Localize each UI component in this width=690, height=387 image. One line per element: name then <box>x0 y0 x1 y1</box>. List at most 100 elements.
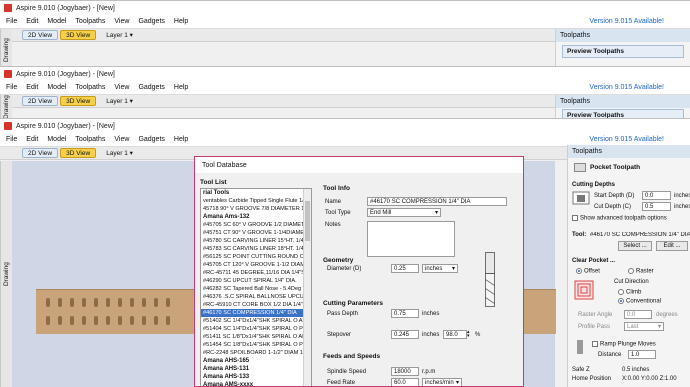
tool-list-item[interactable]: #51454 SC 1/8"Dx1/4"SHK SPIRAL O PLA <box>201 341 304 349</box>
advanced-options-checkbox[interactable]: Show advanced toolpath options <box>572 215 667 222</box>
menu-model[interactable]: Model <box>47 18 66 25</box>
menu-view[interactable]: View <box>114 136 129 143</box>
tool-list-item[interactable]: #51402 SC 1/4"Dx1/4"SHK SPIRAL O ALI <box>201 317 304 325</box>
tool-list-item[interactable]: #46282 SC Tapered Ball Nose - 5.4Deg T <box>201 285 304 293</box>
distance-input[interactable]: 1.0 <box>628 350 656 359</box>
menu-help[interactable]: Help <box>174 18 188 25</box>
tab-3d-view[interactable]: 3D View <box>60 96 97 106</box>
tool-group[interactable]: Amana AHS-165 <box>201 357 304 365</box>
stepover-percent-stepper[interactable]: ▴ ▾ <box>467 330 470 339</box>
tool-name-input[interactable]: #46170 SC COMPRESSION 1/4" DIA <box>367 197 507 206</box>
pass-depth-input[interactable]: 0.75 <box>391 309 419 318</box>
menu-view[interactable]: View <box>114 84 129 91</box>
tool-list-item[interactable]: #51411 SC 1/8"Dx1/4"SHK SPIRAL O ALI <box>201 333 304 341</box>
menu-gadgets[interactable]: Gadgets <box>138 18 164 25</box>
version-link[interactable]: Version 9.015 Available! <box>589 18 664 25</box>
tool-list[interactable]: rial Tools ventables Carbide Tipped Singl… <box>200 188 312 386</box>
tab-3d-view[interactable]: 3D View <box>60 30 97 40</box>
menu-file[interactable]: File <box>6 18 17 25</box>
menu-model[interactable]: Model <box>47 84 66 91</box>
feed-rate-input[interactable]: 60.0 <box>391 378 419 386</box>
tool-list-item[interactable]: #RC-45711 45 DEGREE,11/16 DIA 1/4"SH <box>201 269 304 277</box>
tool-group[interactable]: Amana Ams-132 <box>201 213 304 221</box>
tool-list-item[interactable]: #RC-2248 SPOILBOARD 1-1/2" DIAM 1/4 <box>201 349 304 357</box>
stepover-input[interactable]: 0.245 <box>391 330 419 339</box>
menu-help[interactable]: Help <box>174 136 188 143</box>
layer-selector[interactable]: Layer 1 ▾ <box>106 31 133 40</box>
cutout-slot <box>106 298 110 307</box>
tool-list-scrollbar[interactable] <box>303 189 311 386</box>
window-title: Aspire 9.010 (Jogybaer) - [New] <box>16 4 115 12</box>
menu-file[interactable]: File <box>6 136 17 143</box>
menu-edit[interactable]: Edit <box>26 18 38 25</box>
tool-group[interactable]: rial Tools <box>201 189 304 197</box>
raster-radio[interactable]: Raster <box>628 268 654 275</box>
tool-list-item[interactable]: #45705 SC 60° V GROOVE 1/2 DIAMETER <box>201 221 304 229</box>
tab-2d-view[interactable]: 2D View <box>22 148 59 158</box>
tool-list-item[interactable]: #RC-45910 CT CORE BOX 1/2 DIA 1/4"SH <box>201 301 304 309</box>
menu-help[interactable]: Help <box>174 84 188 91</box>
menu-gadgets[interactable]: Gadgets <box>138 136 164 143</box>
menu-view[interactable]: View <box>114 18 129 25</box>
menu-toolpaths[interactable]: Toolpaths <box>75 136 105 143</box>
tool-group[interactable]: Amana AHS-131 <box>201 365 304 373</box>
ramp-plunge-checkbox[interactable]: Ramp Plunge Moves <box>592 341 656 348</box>
menu-edit[interactable]: Edit <box>26 84 38 91</box>
edit-tool-button[interactable]: Edit ... <box>656 241 688 251</box>
spindle-speed-input[interactable]: 18000 <box>391 367 419 376</box>
tool-list-item[interactable]: #45751 CT 90° V GROOVE 1-1/4DIAMET <box>201 229 304 237</box>
cut-depth-input[interactable]: 0.5 <box>642 202 671 211</box>
offset-radio[interactable]: Offset <box>576 268 600 275</box>
tool-group[interactable]: Amana AHS-133 <box>201 373 304 381</box>
tool-list-item[interactable]: #45780 SC CARVING LINER 15°HT. 1/4"S <box>201 237 304 245</box>
scrollbar-thumb[interactable] <box>305 201 310 241</box>
tool-list-item[interactable]: ventables Carbide Tipped Single Flute 1/… <box>201 197 304 205</box>
tab-2d-view[interactable]: 2D View <box>22 30 59 40</box>
menu-model[interactable]: Model <box>47 136 66 143</box>
raster-angle-input[interactable]: 0.0 <box>624 310 652 319</box>
radio[interactable] <box>628 268 634 274</box>
layer-selector[interactable]: Layer 1 ▾ <box>106 149 133 158</box>
diameter-input[interactable]: 0.25 <box>391 264 419 273</box>
profile-pass-select[interactable]: Last <box>624 322 664 331</box>
drawing-side-tab[interactable]: Drawing <box>0 29 12 70</box>
tool-list-item[interactable]: #45783 SC CARVING LINER 18°HT. 1/4"S <box>201 245 304 253</box>
tool-list-item[interactable]: #56125 SC POINT CUTTING ROUND OVE <box>201 253 304 261</box>
drawing-side-tab[interactable]: Drawing <box>0 161 12 387</box>
radio[interactable] <box>576 268 582 274</box>
tab-3d-view[interactable]: 3D View <box>60 148 97 158</box>
menu-toolpaths[interactable]: Toolpaths <box>75 84 105 91</box>
menu-edit[interactable]: Edit <box>26 136 38 143</box>
preview-toolpaths-button[interactable]: Preview Toolpaths <box>562 109 684 118</box>
menu-toolpaths[interactable]: Toolpaths <box>75 18 105 25</box>
notes-textarea[interactable] <box>367 221 455 257</box>
version-link[interactable]: Version 9.015 Available! <box>589 84 664 91</box>
tool-group[interactable]: Amana AMS-xxxx <box>201 381 304 386</box>
conventional-radio[interactable]: Conventional <box>618 298 661 305</box>
tool-list-item[interactable]: #45705 CT 120° V GROOVE 1-1/2 DIAMET <box>201 261 304 269</box>
feeds-speeds-header: Feeds and Speeds <box>323 353 381 360</box>
radio[interactable] <box>618 289 624 295</box>
select-tool-button[interactable]: Select ... <box>618 241 652 251</box>
tool-list-item[interactable]: #46290 SC UPCUT SPIRAL 1/4" DIA. <box>201 277 304 285</box>
tool-list-item[interactable]: #46376 .S.C SPIRAL BALLNOSE UPCUT 1/ <box>201 293 304 301</box>
stepover-percent-input[interactable]: 98.0 <box>443 330 467 339</box>
tool-list-item[interactable]: #46170 SC COMPRESSION 1/4" DIA <box>201 309 304 317</box>
menu-gadgets[interactable]: Gadgets <box>138 84 164 91</box>
start-depth-input[interactable]: 0.0 <box>642 191 671 200</box>
tool-list-item[interactable]: #51404 SC 1/4"Dx1/4"SHK SPIRAL O PLA <box>201 325 304 333</box>
tab-2d-view[interactable]: 2D View <box>22 96 59 106</box>
climb-radio[interactable]: Climb <box>618 289 641 296</box>
tool-list-item[interactable]: 45718 90° V GROOVE 7/8 DIAMETER 1/4" SH <box>201 205 304 213</box>
version-link[interactable]: Version 9.015 Available! <box>589 136 664 143</box>
radio[interactable] <box>618 298 624 304</box>
checkbox[interactable] <box>572 215 578 221</box>
drawing-side-tab[interactable]: Drawing <box>0 95 12 118</box>
layer-selector[interactable]: Layer 1 ▾ <box>106 97 133 106</box>
menu-file[interactable]: File <box>6 84 17 91</box>
feed-rate-unit-select[interactable]: inches/min <box>422 378 462 386</box>
diameter-unit-select[interactable]: inches <box>422 264 458 273</box>
checkbox[interactable] <box>592 341 598 347</box>
tool-type-select[interactable]: End Mill <box>367 208 441 217</box>
preview-toolpaths-button[interactable]: Preview Toolpaths <box>562 45 684 58</box>
